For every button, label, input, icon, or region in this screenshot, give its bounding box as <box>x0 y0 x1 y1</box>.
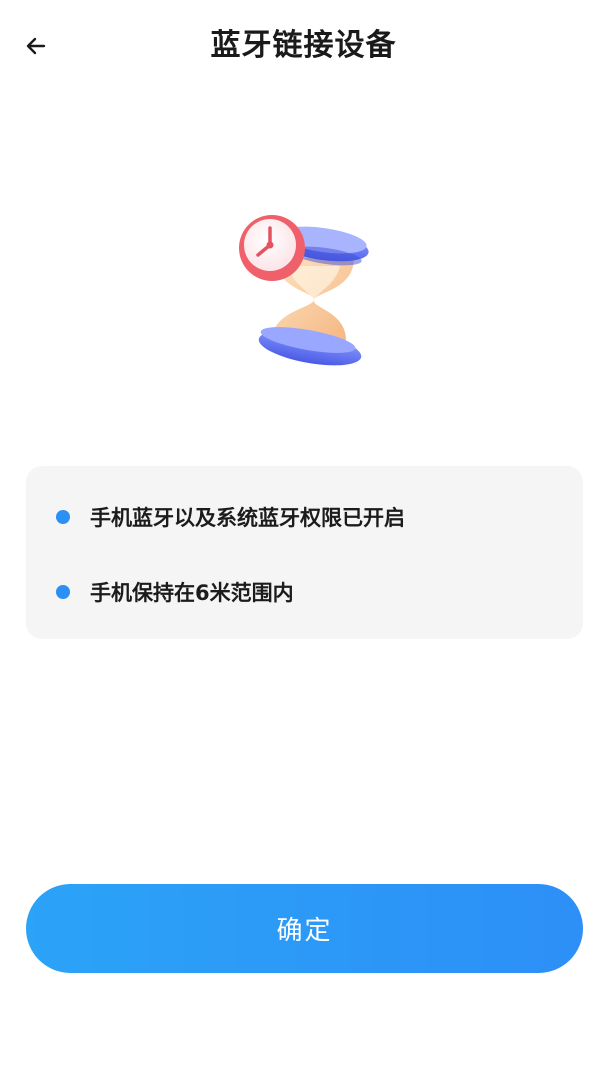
list-item: 手机保持在6米范围内 <box>56 572 294 612</box>
tips-card: 手机蓝牙以及系统蓝牙权限已开启 手机保持在6米范围内 <box>26 466 583 639</box>
bullet-dot-icon <box>56 585 70 599</box>
tip-text: 手机蓝牙以及系统蓝牙权限已开启 <box>90 506 405 530</box>
page-title: 蓝牙链接设备 <box>210 28 397 63</box>
list-item: 手机蓝牙以及系统蓝牙权限已开启 <box>56 497 405 537</box>
bullet-dot-icon <box>56 510 70 524</box>
confirm-button[interactable]: 确定 <box>26 884 583 973</box>
tip-text: 手机保持在6米范围内 <box>90 581 294 605</box>
header-bar: 蓝牙链接设备 <box>0 0 607 92</box>
hourglass-clock-icon <box>228 200 378 375</box>
